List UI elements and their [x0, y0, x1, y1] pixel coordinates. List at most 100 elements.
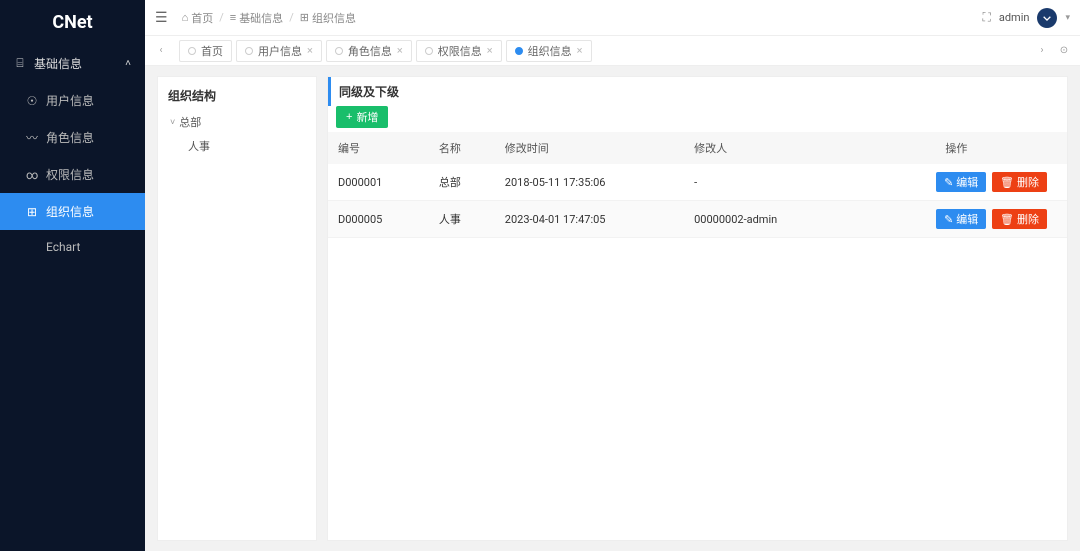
tree-node-label: 总部	[179, 114, 201, 130]
tabs-scroll-left[interactable]: ‹	[151, 45, 171, 56]
close-icon[interactable]: ×	[307, 44, 313, 57]
pencil-icon: ✎	[944, 176, 953, 189]
tab-dot-icon	[515, 47, 523, 55]
close-icon[interactable]: ×	[487, 44, 493, 57]
main-area: ☰ ⌂首页 / ≡基础信息 / ⊞组织信息 ⛶ admin ▾ ‹ 首页 ×	[145, 0, 1080, 551]
edit-button[interactable]: ✎编辑	[936, 172, 986, 192]
sidebar: CNet ⌸ 基础信息 ˄ ☉ 用户信息 〰 角色信息 ∞ 权限信息 ⊞ 组织信…	[0, 0, 145, 551]
breadcrumb-item-org[interactable]: ⊞组织信息	[300, 10, 356, 26]
tab-permission-info[interactable]: 权限信息 ×	[416, 40, 502, 62]
content-area: 组织结构 ˅ 总部 人事 同级及下级 + 新增 编号 名称 修改时间	[145, 66, 1080, 551]
user-name: admin	[999, 11, 1030, 24]
data-table: 编号 名称 修改时间 修改人 操作 D000001 总部 2018-05-11 …	[328, 132, 1067, 238]
nav-item-user-info[interactable]: ☉ 用户信息	[0, 82, 145, 119]
nav-group-basic-info[interactable]: ⌸ 基础信息 ˄	[0, 45, 145, 82]
col-time: 修改时间	[495, 132, 684, 164]
tab-role-info[interactable]: 角色信息 ×	[326, 40, 412, 62]
tab-label: 权限信息	[438, 43, 482, 59]
trash-icon: 🗑	[1000, 213, 1014, 226]
col-editor: 修改人	[684, 132, 846, 164]
chevron-up-icon: ˄	[125, 58, 131, 69]
cell-id: D000001	[328, 164, 429, 201]
tab-dot-icon	[245, 47, 253, 55]
tabs-bar: ‹ 首页 × 用户信息 × 角色信息 × 权限信息 ×	[145, 36, 1080, 66]
breadcrumb-item-home[interactable]: ⌂首页	[182, 10, 214, 26]
org-tree-panel: 组织结构 ˅ 总部 人事	[157, 76, 317, 541]
tabs-extra: › ⊙	[1032, 45, 1074, 56]
table-panel: 同级及下级 + 新增 编号 名称 修改时间 修改人 操作 D0	[327, 76, 1068, 541]
nav-item-label: 用户信息	[46, 92, 94, 109]
tab-user-info[interactable]: 用户信息 ×	[236, 40, 322, 62]
menu-toggle-icon[interactable]: ☰	[155, 10, 168, 26]
app-logo: CNet	[0, 0, 145, 45]
nav-item-permission-info[interactable]: ∞ 权限信息	[0, 156, 145, 193]
close-icon[interactable]: ×	[577, 44, 583, 57]
tab-dot-icon	[188, 47, 196, 55]
tab-dot-icon	[425, 47, 433, 55]
nav-item-label: 权限信息	[46, 166, 94, 183]
cell-name: 总部	[429, 164, 495, 201]
table-row: D000001 总部 2018-05-11 17:35:06 - ✎编辑 🗑删除	[328, 164, 1067, 201]
nav-item-label: Echart	[46, 240, 80, 254]
table-header-row: 编号 名称 修改时间 修改人 操作	[328, 132, 1067, 164]
tree-header: 组织结构	[158, 85, 316, 110]
cell-ops: ✎编辑 🗑删除	[846, 201, 1067, 238]
tab-dot-icon	[335, 47, 343, 55]
nav-item-org-info[interactable]: ⊞ 组织信息	[0, 193, 145, 230]
cell-editor: 00000002-admin	[684, 201, 846, 238]
tabs-scroll: 首页 × 用户信息 × 角色信息 × 权限信息 × 组织信息 ×	[175, 40, 1028, 62]
nav-item-echart[interactable]: Echart	[0, 230, 145, 264]
table-row: D000005 人事 2023-04-01 17:47:05 00000002-…	[328, 201, 1067, 238]
tabs-scroll-right[interactable]: ›	[1032, 45, 1052, 56]
nav-item-label: 组织信息	[46, 203, 94, 220]
org-icon: ⊞	[300, 11, 309, 24]
col-name: 名称	[429, 132, 495, 164]
add-button[interactable]: + 新增	[336, 106, 388, 128]
delete-button[interactable]: 🗑删除	[992, 209, 1047, 229]
col-op: 操作	[846, 132, 1067, 164]
home-icon: ⌂	[182, 11, 189, 24]
breadcrumb-item-basic[interactable]: ≡基础信息	[230, 10, 283, 26]
cell-id: D000005	[328, 201, 429, 238]
breadcrumb: ⌂首页 / ≡基础信息 / ⊞组织信息	[182, 10, 356, 26]
trash-icon: 🗑	[1000, 176, 1014, 189]
cell-time: 2018-05-11 17:35:06	[495, 164, 684, 201]
nav-item-role-info[interactable]: 〰 角色信息	[0, 119, 145, 156]
tab-label: 角色信息	[348, 43, 392, 59]
edit-button[interactable]: ✎编辑	[936, 209, 986, 229]
database-icon: ⌸	[14, 56, 26, 71]
topbar: ☰ ⌂首页 / ≡基础信息 / ⊞组织信息 ⛶ admin ▾	[145, 0, 1080, 36]
tab-org-info[interactable]: 组织信息 ×	[506, 40, 592, 62]
cell-editor: -	[684, 164, 846, 201]
close-icon[interactable]: ×	[397, 44, 403, 57]
tab-label: 用户信息	[258, 43, 302, 59]
tab-home[interactable]: 首页 ×	[179, 40, 232, 62]
breadcrumb-sep: /	[289, 11, 294, 24]
tree-node-label: 人事	[188, 138, 210, 154]
org-icon: ⊞	[26, 205, 38, 219]
cell-name: 人事	[429, 201, 495, 238]
tree-node-root[interactable]: ˅ 总部	[158, 110, 316, 134]
delete-button[interactable]: 🗑删除	[992, 172, 1047, 192]
dropdown-caret-icon[interactable]: ▾	[1065, 13, 1070, 23]
tab-label: 组织信息	[528, 43, 572, 59]
collapse-icon[interactable]: ˅	[170, 117, 175, 128]
cell-ops: ✎编辑 🗑删除	[846, 164, 1067, 201]
cell-time: 2023-04-01 17:47:05	[495, 201, 684, 238]
breadcrumb-sep: /	[219, 11, 224, 24]
add-button-label: 新增	[356, 109, 378, 125]
user-icon: ☉	[26, 94, 38, 108]
col-id: 编号	[328, 132, 429, 164]
nav-group-label: 基础信息	[34, 55, 82, 72]
fullscreen-icon[interactable]: ⛶	[982, 10, 990, 25]
plus-icon: +	[346, 111, 352, 123]
tab-label: 首页	[201, 43, 223, 59]
infinity-icon: ∞	[26, 168, 38, 182]
topbar-right: ⛶ admin ▾	[982, 8, 1070, 28]
tree-node-child[interactable]: 人事	[158, 134, 316, 158]
avatar[interactable]	[1037, 8, 1057, 28]
layers-icon: ≡	[230, 11, 236, 24]
pencil-icon: ✎	[944, 213, 953, 226]
table-header-title: 同级及下级	[328, 77, 1067, 106]
tabs-close-all-icon[interactable]: ⊙	[1054, 45, 1074, 56]
